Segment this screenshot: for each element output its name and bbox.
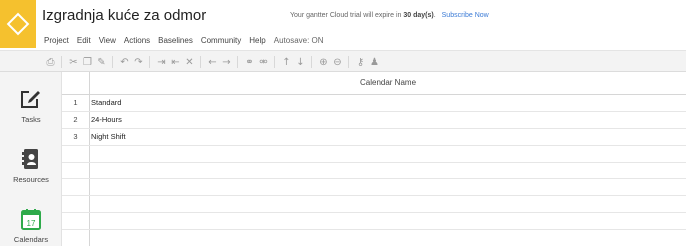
menu-community[interactable]: Community [201, 36, 241, 48]
zoom-in-icon[interactable]: ⊕ [317, 55, 330, 69]
logo-diamond-icon [6, 12, 30, 36]
link-icon[interactable]: ⚭ [243, 55, 256, 69]
table-row[interactable] [62, 213, 686, 231]
table-row[interactable] [62, 230, 686, 246]
sidebar-item-calendars[interactable]: 17 Calendars [0, 206, 62, 244]
sidebar-item-label: Resources [13, 175, 49, 184]
table-row[interactable] [62, 162, 686, 180]
table-row[interactable] [62, 145, 686, 163]
sidebar-item-resources[interactable]: Resources [0, 146, 62, 184]
undo-icon[interactable]: ↶ [118, 55, 131, 69]
up-arrow-icon[interactable]: ↑ [280, 55, 293, 69]
grid-rows: 1 Standard 2 24-Hours 3 Night Shift [62, 95, 686, 246]
table-row[interactable] [62, 196, 686, 214]
row-number-header [62, 72, 90, 95]
copy-icon[interactable]: ❐ [81, 55, 94, 69]
table-row[interactable] [62, 179, 686, 197]
grid-header: Calendar Name [62, 72, 686, 95]
zoom-out-icon[interactable]: ⊖ [331, 55, 344, 69]
subscribe-link[interactable]: Subscribe Now [442, 12, 489, 19]
calendar-icon: 17 [21, 209, 41, 230]
project-title[interactable]: Izgradnja kuće za odmor [42, 7, 206, 24]
row-number: 1 [62, 95, 90, 111]
down-arrow-icon[interactable]: ↓ [294, 55, 307, 69]
cut-icon[interactable]: ✂ [67, 55, 80, 69]
row-number: 2 [62, 111, 90, 128]
trial-text-suffix: . [433, 12, 436, 19]
sidebar-item-label: Tasks [21, 115, 41, 124]
column-header-calendar-name[interactable]: Calendar Name [90, 78, 686, 87]
delete-icon[interactable]: ✕ [183, 55, 196, 69]
toolbar: ⎙ ✂ ❐ ✎ ↶ ↷ ⇥ ⇤ ✕ ← → ⚭ ⚮ ↑ ↓ ⊕ ⊖ ⚷ ♟ [0, 50, 686, 72]
print-icon[interactable]: ⎙ [44, 55, 57, 69]
person-icon[interactable]: ♟ [368, 55, 381, 69]
calendars-grid: Calendar Name 1 Standard 2 24-Hours 3 Night… [62, 72, 686, 246]
row-number [62, 179, 90, 196]
menu-bar: Project Edit View Actions Baselines Comm… [44, 36, 324, 48]
right-arrow-icon[interactable]: → [220, 55, 233, 69]
calendar-name-cell[interactable]: Night Shift [91, 129, 126, 145]
indent-icon[interactable]: ⇥ [155, 55, 168, 69]
row-number [62, 196, 90, 213]
key-icon[interactable]: ⚷ [354, 55, 367, 69]
row-number [62, 162, 90, 179]
trial-text: Your gantter Cloud trial will expire in [290, 12, 402, 19]
table-row[interactable]: 2 24-Hours [62, 111, 686, 129]
menu-baselines[interactable]: Baselines [158, 36, 193, 48]
menu-project[interactable]: Project [44, 36, 69, 48]
row-number [62, 213, 90, 230]
menu-actions[interactable]: Actions [124, 36, 150, 48]
contacts-book-icon [22, 149, 38, 169]
row-number: 3 [62, 128, 90, 145]
trial-banner: Your gantter Cloud trial will expire in … [290, 12, 489, 19]
calendar-name-cell[interactable]: Standard [91, 95, 121, 111]
menu-view[interactable]: View [99, 36, 116, 48]
autosave-status: Autosave: ON [273, 36, 324, 45]
sidebar-item-label: Calendars [13, 235, 49, 244]
unlink-icon[interactable]: ⚮ [257, 55, 270, 69]
menu-edit[interactable]: Edit [77, 36, 91, 48]
row-number [62, 145, 90, 162]
redo-icon[interactable]: ↷ [132, 55, 145, 69]
outdent-icon[interactable]: ⇤ [169, 55, 182, 69]
app-logo[interactable] [0, 0, 36, 48]
paste-icon[interactable]: ✎ [95, 55, 108, 69]
table-row[interactable]: 1 Standard [62, 95, 686, 112]
menu-help[interactable]: Help [249, 36, 265, 48]
row-number [62, 230, 90, 246]
trial-days: 30 day(s) [403, 12, 434, 19]
table-row[interactable]: 3 Night Shift [62, 128, 686, 146]
calendar-name-cell[interactable]: 24-Hours [91, 112, 122, 128]
edit-icon [21, 89, 40, 108]
sidebar-item-tasks[interactable]: Tasks [0, 86, 62, 124]
left-arrow-icon[interactable]: ← [206, 55, 219, 69]
sidebar: Tasks Resources 17 Calendars [0, 72, 62, 246]
calendar-icon-text: 17 [27, 219, 36, 228]
